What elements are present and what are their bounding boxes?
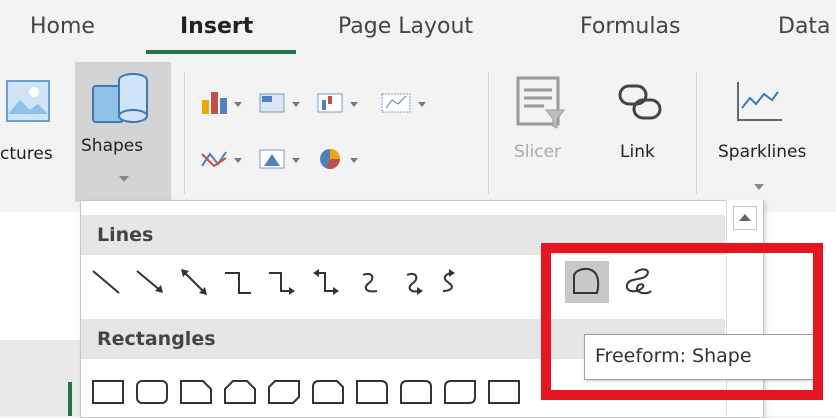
elbow-arrow-connector-icon[interactable] [265, 265, 299, 299]
chevron-down-icon [119, 176, 129, 182]
chevron-down-icon [754, 184, 764, 190]
snip-same-side-rectangle-icon[interactable] [223, 373, 257, 407]
shapes-label: Shapes [81, 136, 144, 156]
curved-arrow-connector-icon[interactable] [397, 265, 431, 299]
active-tab-indicator [146, 50, 296, 54]
snip-round-rectangle-icon[interactable] [311, 373, 345, 407]
highlight-annotation-box [541, 243, 823, 400]
link-icon [618, 84, 662, 120]
tab-formulas[interactable]: Formulas [580, 14, 680, 39]
slicer-icon [516, 76, 566, 129]
scatter-chart-icon[interactable] [200, 146, 246, 172]
arrow-shape-icon[interactable] [133, 265, 167, 299]
cell-selection-border [68, 382, 72, 416]
tab-home[interactable]: Home [30, 14, 95, 39]
curved-double-arrow-connector-icon[interactable] [437, 265, 459, 299]
rectangle-alt-shape-icon[interactable] [487, 373, 521, 407]
rounded-rectangle-shape-icon[interactable] [135, 373, 169, 407]
pie-chart-icon[interactable] [316, 146, 362, 172]
slicer-button[interactable]: Slicer [500, 70, 584, 190]
waterfall-chart-icon[interactable] [316, 90, 362, 116]
link-button[interactable]: Link [606, 70, 676, 190]
link-label: Link [620, 142, 655, 162]
scroll-up-button[interactable] [733, 206, 757, 230]
ribbon-separator [696, 72, 697, 194]
round-single-corner-rectangle-icon[interactable] [355, 373, 389, 407]
sparklines-icon [737, 82, 782, 121]
statistic-chart-icon[interactable] [380, 90, 432, 116]
sparklines-label: Sparklines [718, 142, 807, 162]
curved-connector-icon[interactable] [353, 265, 387, 299]
pictures-label: ctures [0, 144, 53, 164]
elbow-double-arrow-connector-icon[interactable] [309, 265, 343, 299]
slicer-label: Slicer [514, 142, 562, 162]
rectangles-header-label: Rectangles [97, 328, 216, 350]
round-same-side-rectangle-icon[interactable] [399, 373, 433, 407]
column-chart-icon[interactable] [200, 90, 246, 116]
line-shape-icon[interactable] [89, 265, 123, 299]
rectangle-shape-icon[interactable] [91, 373, 125, 407]
snip-diagonal-rectangle-icon[interactable] [267, 373, 301, 407]
tab-insert[interactable]: Insert [180, 14, 253, 39]
ribbon-separator [488, 72, 489, 194]
pictures-button[interactable]: ctures [0, 70, 72, 190]
shapes-button[interactable]: Shapes [75, 62, 171, 202]
map-chart-icon[interactable] [258, 146, 304, 172]
ribbon-separator [184, 72, 185, 194]
round-diagonal-rectangle-icon[interactable] [443, 373, 477, 407]
ribbon-tab-bar: Home Insert Page Layout Formulas Data [0, 0, 836, 62]
chevron-up-icon [739, 214, 751, 221]
double-arrow-shape-icon[interactable] [177, 265, 211, 299]
elbow-connector-icon[interactable] [221, 265, 255, 299]
lines-header-label: Lines [97, 224, 154, 246]
pictures-icon [6, 80, 50, 122]
hierarchy-chart-icon[interactable] [258, 90, 304, 116]
snip-single-corner-rectangle-icon[interactable] [179, 373, 213, 407]
shapes-icon [92, 73, 148, 123]
sparklines-button[interactable]: Sparklines [712, 70, 836, 190]
tab-data[interactable]: Data [778, 14, 831, 39]
tab-page-layout[interactable]: Page Layout [338, 14, 473, 39]
